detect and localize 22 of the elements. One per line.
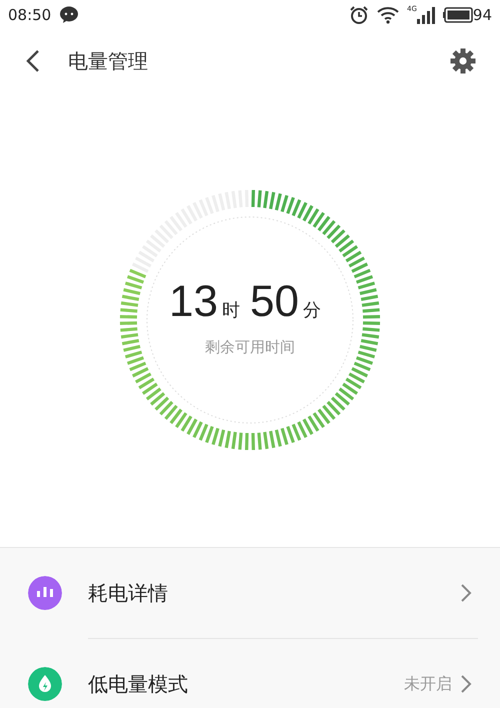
wifi-icon: [377, 6, 400, 24]
status-value: 未开启: [404, 673, 452, 695]
settings-icon[interactable]: [450, 48, 476, 74]
signal-icon: [416, 6, 435, 24]
battery-icon: [442, 7, 473, 23]
hours-value: 13: [169, 280, 218, 324]
alarm-icon: [349, 5, 370, 25]
clock: 08:50: [8, 4, 52, 26]
minutes-value: 50: [250, 280, 299, 324]
chevron-icon: [460, 674, 472, 694]
page-title: 电量管理: [68, 48, 148, 75]
menu-item[interactable]: 耗电详情: [0, 548, 500, 638]
back-icon[interactable]: [26, 49, 40, 73]
battery-level: 94: [472, 4, 492, 26]
chevron-icon: [460, 583, 472, 603]
gauge-caption: 剩余可用时间: [205, 337, 295, 358]
menu-item[interactable]: 低电量模式 未开启: [0, 639, 500, 708]
chat-icon: [59, 6, 80, 24]
menu-label: 低电量模式: [88, 671, 188, 698]
menu-label: 耗电详情: [88, 580, 168, 607]
minutes-unit: 分: [302, 299, 321, 324]
hours-unit: 时: [222, 299, 240, 324]
